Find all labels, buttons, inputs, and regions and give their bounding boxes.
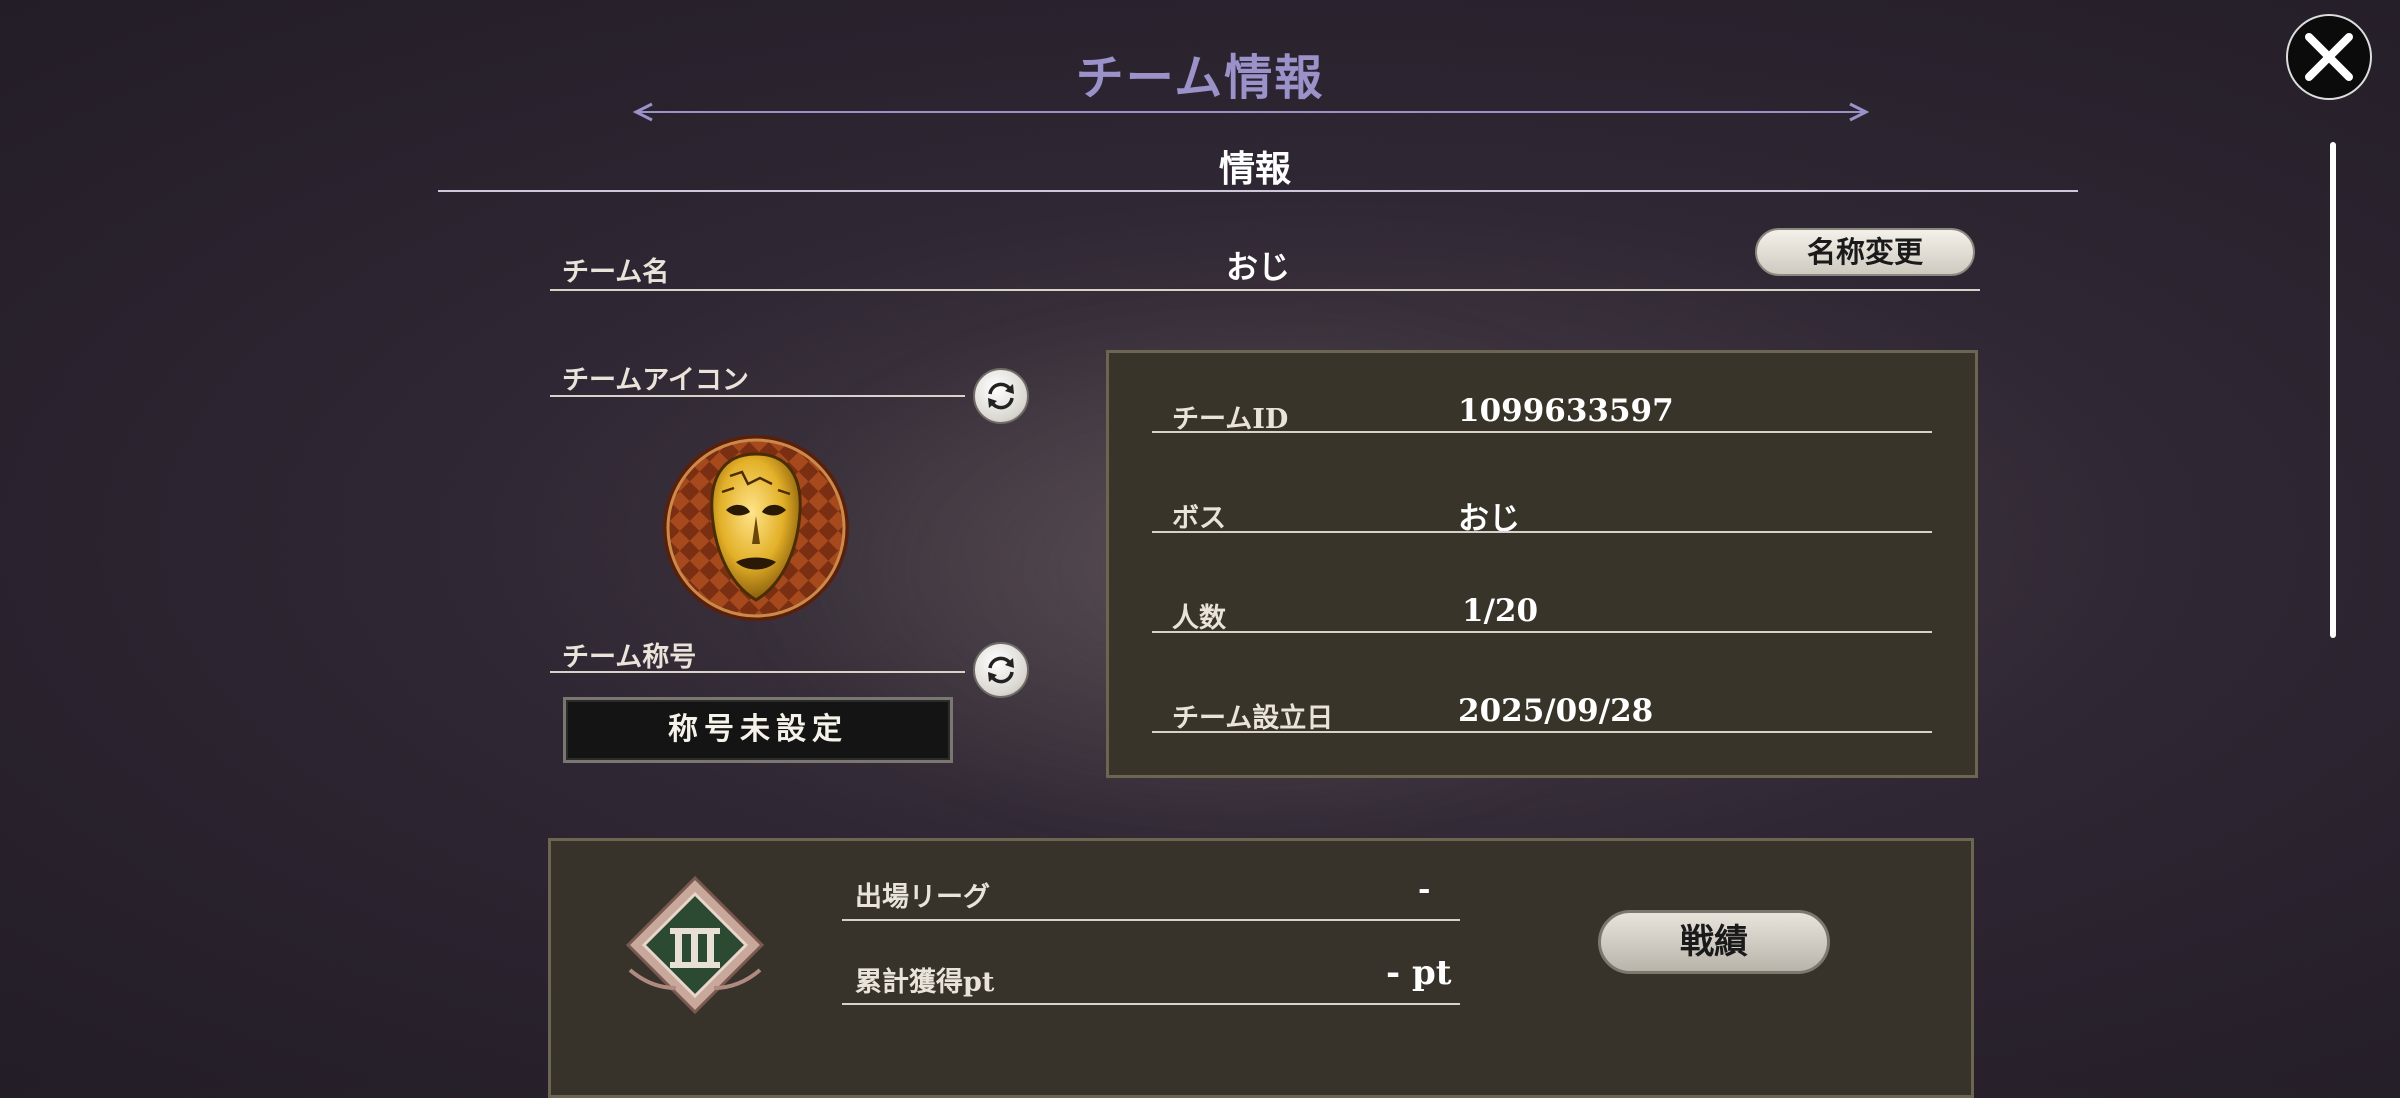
team-id-underline bbox=[1152, 431, 1932, 433]
league-value: - bbox=[1418, 872, 1431, 907]
team-name-value: おじ bbox=[1226, 248, 1291, 286]
record-button[interactable]: 戦績 bbox=[1598, 910, 1830, 974]
team-name-label: チーム名 bbox=[562, 257, 670, 288]
boss-underline bbox=[1152, 531, 1932, 533]
rename-button[interactable]: 名称変更 bbox=[1755, 228, 1975, 276]
close-icon bbox=[2305, 33, 2353, 81]
league-label: 出場リーグ bbox=[855, 882, 990, 913]
league-rank-badge bbox=[625, 875, 765, 1015]
founded-date-label: チーム設立日 bbox=[1172, 703, 1334, 734]
team-title-label: チーム称号 bbox=[562, 642, 697, 673]
team-title-plate[interactable]: 称号未設定 bbox=[563, 697, 953, 763]
team-name-underline bbox=[550, 289, 1980, 291]
section-divider bbox=[438, 190, 2078, 192]
refresh-icon bbox=[988, 656, 1014, 684]
team-title-refresh-button[interactable] bbox=[973, 642, 1029, 698]
total-points-underline bbox=[842, 1003, 1460, 1005]
title-divider-right-arrow-icon bbox=[1849, 102, 1870, 122]
league-underline bbox=[842, 919, 1460, 921]
team-id-value: 1099633597 bbox=[1458, 393, 1674, 429]
founded-date-value: 2025/09/28 bbox=[1458, 693, 1654, 729]
member-count-value: 1/20 bbox=[1462, 593, 1539, 629]
scrollbar[interactable] bbox=[2330, 142, 2336, 638]
title-divider bbox=[636, 111, 1866, 113]
refresh-icon bbox=[988, 382, 1014, 410]
title-divider-left-arrow-icon bbox=[632, 102, 653, 122]
member-count-underline bbox=[1152, 631, 1932, 633]
boss-label: ボス bbox=[1172, 503, 1226, 534]
total-points-label: 累計獲得pt bbox=[855, 967, 995, 998]
section-heading: 情報 bbox=[1218, 148, 1291, 190]
member-count-label: 人数 bbox=[1172, 603, 1226, 634]
team-icon-underline bbox=[550, 395, 965, 397]
close-button[interactable] bbox=[2286, 14, 2372, 100]
team-title-underline bbox=[550, 671, 965, 673]
page-title: チーム情報 bbox=[1075, 50, 1325, 106]
team-icon-refresh-button[interactable] bbox=[973, 368, 1029, 424]
team-icon-label: チームアイコン bbox=[562, 365, 749, 396]
stone-mask-emblem[interactable] bbox=[660, 432, 852, 624]
total-points-value: - pt bbox=[1386, 953, 1452, 993]
founded-date-underline bbox=[1152, 731, 1932, 733]
